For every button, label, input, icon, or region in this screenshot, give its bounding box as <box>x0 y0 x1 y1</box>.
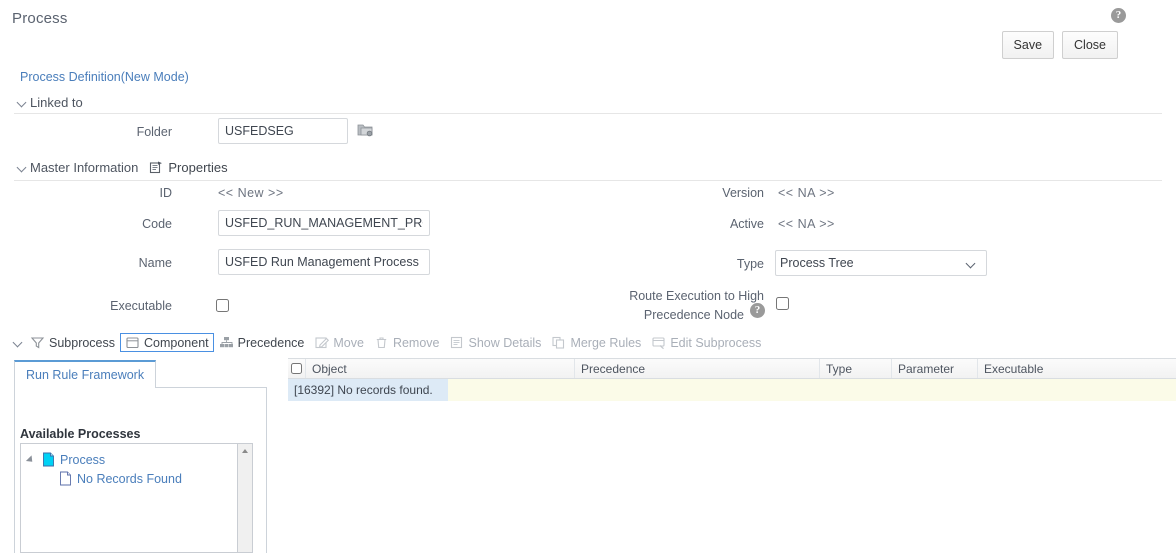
toolbar-item-edit-subprocess: Edit Subprocess <box>646 333 766 352</box>
toolbar-label: Edit Subprocess <box>670 335 762 350</box>
version-value: << NA >> <box>778 186 835 200</box>
column-header-parameter[interactable]: Parameter <box>892 359 978 378</box>
left-panel-tabstrip: Run Rule Framework <box>14 360 267 388</box>
help-circle-icon[interactable]: ? <box>1111 8 1126 23</box>
page-title: Process <box>12 10 68 27</box>
id-label: ID <box>159 186 173 200</box>
tree-node-process[interactable]: Process <box>21 450 252 469</box>
tree-scrollbar[interactable] <box>237 444 252 552</box>
toolbar-label: Move <box>333 335 364 350</box>
document-cyan-icon <box>43 452 54 467</box>
tree-node-label: Process <box>60 452 106 467</box>
code-label: Code <box>142 217 172 231</box>
column-header-precedence[interactable]: Precedence <box>575 359 820 378</box>
process-definition-page: Process ? Save Close Process Definition(… <box>0 0 1176 553</box>
toolbar-item-merge-rules: Merge Rules <box>546 333 646 352</box>
executable-checkbox[interactable] <box>216 299 229 312</box>
toolbar-item-component[interactable]: Component <box>120 333 214 352</box>
properties-label: Properties <box>168 160 228 175</box>
save-button[interactable]: Save <box>1001 31 1055 59</box>
edit-pencil-icon <box>315 337 330 349</box>
grid-header-row: Object Precedence Type Parameter Executa… <box>288 358 1176 379</box>
folder-input[interactable] <box>218 118 348 144</box>
component-toolbar: Subprocess Component Precedence Move Rem… <box>14 333 766 352</box>
section-linked-to[interactable]: Linked to <box>18 95 83 110</box>
toolbar-item-subprocess[interactable]: Subprocess <box>25 333 120 352</box>
form-action-buttons: Save Close <box>1001 31 1118 59</box>
toolbar-item-show-details: Show Details <box>444 333 546 352</box>
edit-subprocess-icon <box>652 337 665 350</box>
components-grid: Object Precedence Type Parameter Executa… <box>288 358 1176 401</box>
filter-funnel-icon <box>30 337 45 349</box>
section-master-information[interactable]: Master Information Properties <box>18 160 228 175</box>
hierarchy-icon <box>219 337 233 348</box>
type-select-wrapper: Process Tree <box>775 250 987 276</box>
select-all-header <box>288 359 306 378</box>
column-header-object[interactable]: Object <box>306 359 575 378</box>
type-select[interactable]: Process Tree <box>775 250 987 276</box>
row-filler <box>448 379 1176 401</box>
toolbar-label: Merge Rules <box>570 335 642 350</box>
version-label: Version <box>722 186 764 200</box>
id-value: << New >> <box>218 186 284 200</box>
trash-icon <box>376 337 387 349</box>
active-value: << NA >> <box>778 217 835 231</box>
document-blank-icon <box>60 471 71 486</box>
route-execution-label-line2: Precedence Node <box>643 308 744 322</box>
type-label: Type <box>736 257 764 271</box>
toolbar-label: Component <box>144 335 209 350</box>
available-processes-tree: Process No Records Found <box>20 443 253 553</box>
chevron-down-icon[interactable] <box>14 338 23 347</box>
toolbar-label: Precedence <box>237 335 305 350</box>
route-execution-checkbox[interactable] <box>776 297 789 310</box>
tree-node-no-records[interactable]: No Records Found <box>21 469 252 488</box>
close-button[interactable]: Close <box>1062 31 1118 59</box>
properties-icon <box>150 161 163 174</box>
breadcrumb[interactable]: Process Definition(New Mode) <box>20 70 189 84</box>
executable-label: Executable <box>110 299 172 313</box>
name-input[interactable] <box>218 249 430 275</box>
route-execution-label-line1: Route Execution to High <box>629 289 764 303</box>
toolbar-label: Show Details <box>468 335 542 350</box>
available-processes-label: Available Processes <box>20 427 141 441</box>
folder-label: Folder <box>136 125 172 139</box>
toolbar-item-remove: Remove <box>369 333 445 352</box>
select-all-checkbox[interactable] <box>291 363 302 374</box>
tab-run-rule-framework[interactable]: Run Rule Framework <box>14 360 157 388</box>
divider <box>14 180 1162 181</box>
properties-button[interactable]: Properties <box>149 160 228 175</box>
tree-node-label: No Records Found <box>77 471 182 486</box>
help-circle-icon[interactable]: ? <box>750 303 765 318</box>
toolbar-item-precedence[interactable]: Precedence <box>214 333 310 352</box>
chevron-down-icon <box>18 98 27 107</box>
grid-empty-row: [16392] No records found. <box>288 379 1176 401</box>
merge-icon <box>552 336 565 349</box>
divider <box>14 113 1162 114</box>
component-box-icon <box>126 337 139 349</box>
expand-arrow-icon[interactable] <box>27 455 37 465</box>
section-linked-to-label: Linked to <box>30 95 83 110</box>
chevron-down-icon <box>18 163 27 172</box>
document-list-icon <box>451 336 463 349</box>
name-label: Name <box>138 256 172 270</box>
section-master-information-label: Master Information <box>30 160 139 175</box>
column-header-executable[interactable]: Executable <box>978 359 1176 378</box>
toolbar-label: Remove <box>392 335 440 350</box>
folder-browse-icon[interactable] <box>357 122 375 138</box>
column-header-type[interactable]: Type <box>820 359 892 378</box>
toolbar-label: Subprocess <box>49 335 116 350</box>
toolbar-item-move: Move <box>309 333 369 352</box>
no-records-message: [16392] No records found. <box>288 379 448 401</box>
active-label: Active <box>729 217 764 231</box>
code-input[interactable] <box>218 210 430 236</box>
